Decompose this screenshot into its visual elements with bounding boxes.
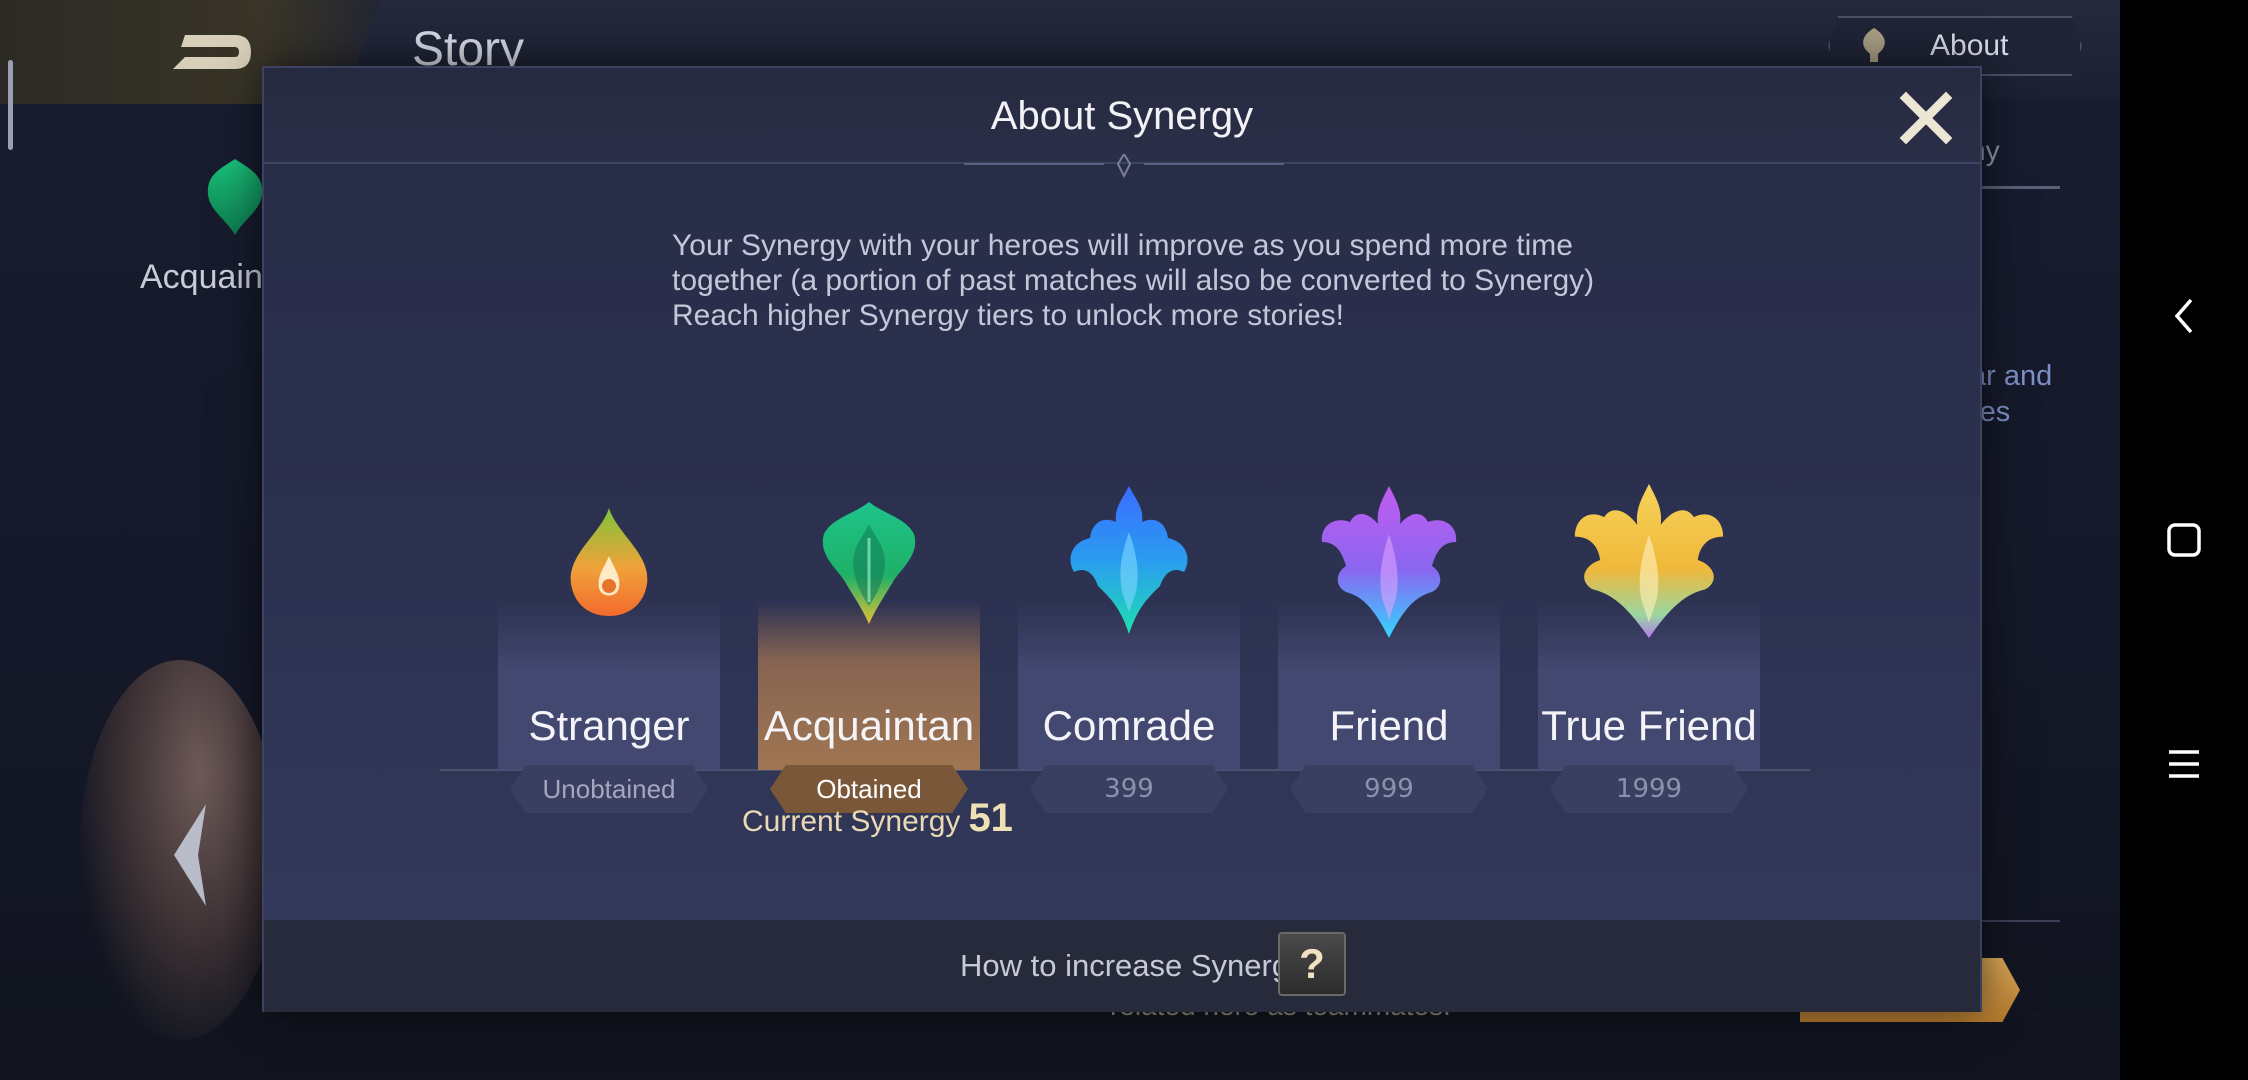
nav-back-button[interactable] [2120,266,2248,366]
tier-name: Acquaintan [763,702,975,749]
tier-threshold-badge: 399 [1030,765,1228,813]
synergy-description: Your Synergy with your heroes will impro… [672,229,1595,332]
back-arrow-icon [173,35,251,69]
scrollbar[interactable] [8,60,13,150]
side-info-text: ar and res [1970,358,2052,430]
tier-comrade: Comrade 399 [1018,412,1240,813]
tier-stranger: Stranger Unobtained [498,412,720,813]
current-synergy-label: Current Synergy [742,805,961,838]
menu-icon [2169,750,2199,778]
close-button[interactable] [1894,86,1958,150]
tier-threshold-badge: 1999 [1550,765,1748,813]
header-ornament-icon [964,154,1284,178]
chevron-left-icon [2174,298,2193,334]
tier-threshold-badge: 999 [1290,765,1488,813]
dialog-title: About Synergy [990,94,1254,138]
tier-name: Stranger [528,702,690,749]
current-synergy-value: 51 [968,796,1013,840]
tier-friend: Friend 999 [1278,412,1500,813]
current-tier-label: Acquaint [140,258,273,296]
current-synergy: Current Synergy 51 [742,796,1013,841]
dialog-header: About Synergy [264,68,1980,164]
how-to-increase-synergy-link[interactable]: How to increase Synergy [960,948,1305,984]
true-friend-emblem-icon [1569,478,1729,648]
trophy-icon [1863,28,1885,62]
acquaintance-emblem-icon [789,498,949,668]
side-info-line-1: ar and [1970,360,2053,392]
friend-emblem-icon [1309,482,1469,652]
help-button[interactable]: ? [1278,932,1346,996]
stranger-emblem-icon [529,504,689,674]
dialog-footer: How to increase Synergy ? [264,920,1980,1012]
system-nav-bar [2120,0,2248,1080]
side-info-line-2: res [1970,396,2011,428]
square-icon [2167,523,2201,557]
tier-true-friend: True Friend 1999 [1538,412,1760,813]
about-button-label: About [1930,29,2009,62]
previous-arrow-icon[interactable] [170,800,210,915]
tier-name: Friend [1329,702,1449,749]
tier-name: True Friend [1541,702,1757,749]
tier-acquaintance: Acquaintan Obtained [758,412,980,813]
nav-menu-button[interactable] [2120,714,2248,814]
about-synergy-dialog: About Synergy Your Synergy with your her… [262,66,1982,1012]
comrade-emblem-icon [1049,482,1209,652]
tier-status-badge: Unobtained [510,765,708,813]
acquaintance-emblem-icon [200,155,270,244]
close-icon [1899,91,1953,145]
nav-home-button[interactable] [2120,490,2248,590]
tier-name: Comrade [1042,702,1216,749]
